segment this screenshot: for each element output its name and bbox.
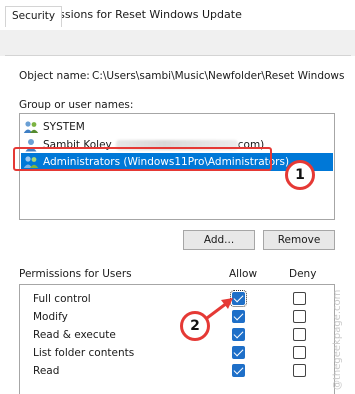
- allow-checkbox-read[interactable]: [232, 364, 245, 377]
- tab-security[interactable]: Security: [5, 6, 63, 27]
- allow-checkbox-read-execute[interactable]: [232, 328, 245, 341]
- permission-name: List folder contents: [33, 347, 135, 359]
- user-group-icon: [23, 121, 39, 133]
- permission-name: Read: [33, 365, 60, 377]
- group-names-label: Group or user names:: [19, 99, 134, 111]
- allow-column-header: Allow: [229, 268, 258, 280]
- permission-row-full-control: Full control: [20, 290, 334, 308]
- permission-row-read-execute: Read & execute: [20, 326, 334, 344]
- list-item-system[interactable]: SYSTEM: [23, 119, 85, 135]
- object-name-label: Object name:: [19, 70, 90, 82]
- deny-checkbox-read-execute[interactable]: [293, 328, 306, 341]
- remove-button[interactable]: Remove: [263, 230, 335, 250]
- permission-name: Full control: [33, 293, 91, 305]
- allow-checkbox-list-folder-contents[interactable]: [232, 346, 245, 359]
- annotation-badge-2: 2: [180, 311, 210, 341]
- deny-checkbox-modify[interactable]: [293, 310, 306, 323]
- deny-column-header: Deny: [289, 268, 317, 280]
- allow-checkbox-full-control[interactable]: [230, 290, 247, 307]
- annotation-highlight-box: [13, 147, 272, 171]
- watermark-text: @thegeekpage.com: [332, 289, 343, 390]
- object-name-value: C:\Users\sambi\Music\Newfolder\Reset Win…: [92, 70, 345, 82]
- deny-checkbox-full-control[interactable]: [293, 292, 306, 305]
- user-label: SYSTEM: [43, 121, 85, 133]
- permission-row-modify: Modify: [20, 308, 334, 326]
- permission-row-list-folder-contents: List folder contents: [20, 344, 334, 362]
- deny-checkbox-read[interactable]: [293, 364, 306, 377]
- permissions-header: Permissions for Users: [19, 268, 132, 280]
- permissions-table: Full control Modify Read & execute List …: [19, 284, 335, 394]
- permission-name: Read & execute: [33, 329, 116, 341]
- deny-checkbox-list-folder-contents[interactable]: [293, 346, 306, 359]
- tab-strip: [0, 30, 355, 56]
- permission-row-read: Read: [20, 362, 334, 380]
- annotation-badge-1: 1: [285, 160, 315, 190]
- allow-checkbox-modify[interactable]: [232, 310, 245, 323]
- add-button[interactable]: Add...: [183, 230, 255, 250]
- permission-name: Modify: [33, 311, 68, 323]
